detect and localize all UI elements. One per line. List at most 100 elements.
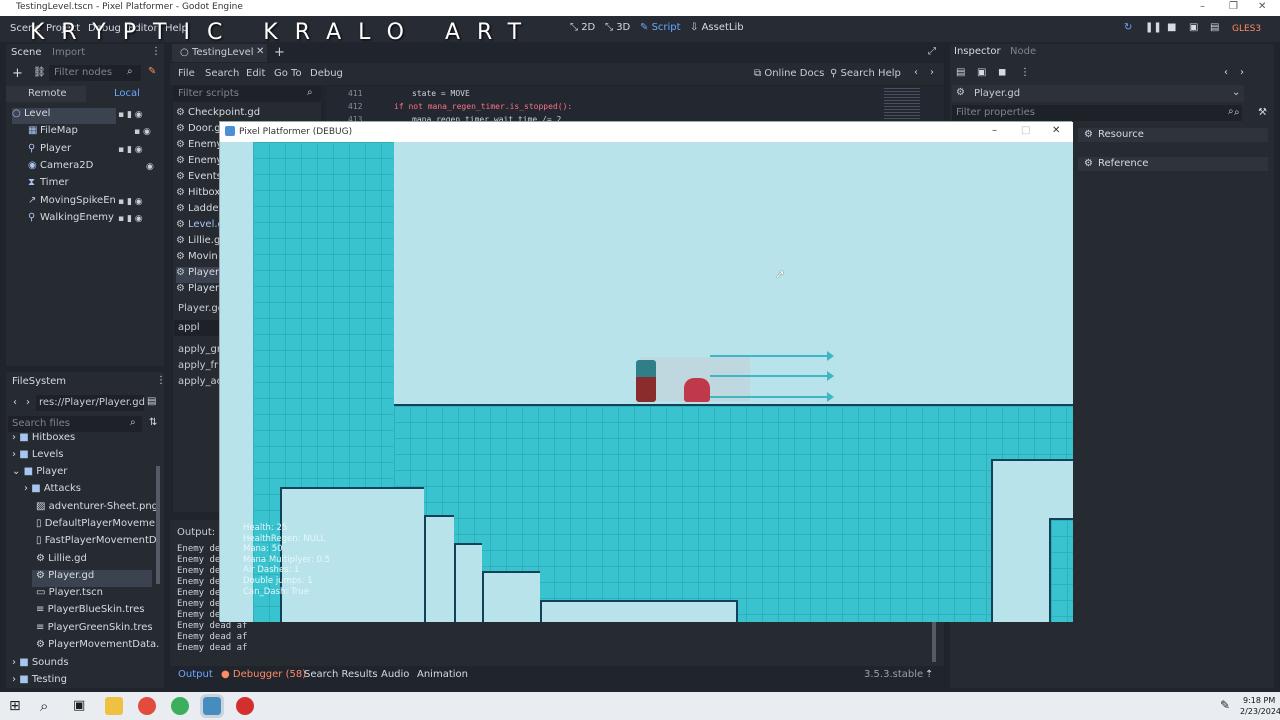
script-item[interactable]: ⚙ Lillie.g bbox=[176, 235, 220, 251]
path-field[interactable]: res://Player/Player.gd bbox=[36, 395, 145, 411]
more-icon[interactable]: ⋮ bbox=[1020, 67, 1030, 78]
split-view-icon[interactable]: ▤ bbox=[147, 396, 156, 407]
back-icon[interactable]: ‹ bbox=[914, 67, 918, 78]
tree-node-walkingenemy[interactable]: ⚲ WalkingEnemy bbox=[28, 212, 114, 228]
script-attach-icon[interactable]: ✎ bbox=[148, 66, 156, 77]
fs-file[interactable]: ▯ FastPlayerMovementD bbox=[36, 535, 157, 552]
fs-folder-hitboxes[interactable]: › ■ Hitboxes bbox=[12, 432, 75, 449]
visibility-icon[interactable]: ▪ ▮ ◉ bbox=[118, 197, 143, 207]
search-help-button[interactable]: ⚲ Search Help bbox=[830, 68, 901, 79]
obs-icon[interactable] bbox=[236, 697, 254, 715]
fs-file[interactable]: ≡ PlayerGreenSkin.tres bbox=[36, 622, 153, 639]
clock-date[interactable]: 2/23/2024 bbox=[1240, 707, 1280, 716]
menu-debug-script[interactable]: Debug bbox=[310, 68, 343, 79]
pen-icon[interactable]: ✎ bbox=[1220, 698, 1230, 712]
code-minimap[interactable] bbox=[884, 88, 920, 124]
forward-icon[interactable]: › bbox=[1240, 67, 1244, 78]
pin-panel-icon[interactable]: ⇡ bbox=[925, 669, 933, 680]
forward-icon[interactable]: › bbox=[930, 67, 934, 78]
script-item[interactable]: ⚙ Ladde bbox=[176, 203, 219, 219]
fs-folder-player[interactable]: ⌄ ■ Player bbox=[12, 466, 67, 483]
dock-menu-icon[interactable]: ⋮ bbox=[156, 375, 166, 386]
workspace-3d-button[interactable]: ⤡ 3D bbox=[605, 22, 630, 33]
sort-icon[interactable]: ⇅ bbox=[149, 417, 157, 428]
close-tab-icon[interactable]: ✕ bbox=[256, 46, 264, 57]
tree-node-player[interactable]: ⚲ Player bbox=[28, 143, 71, 159]
fs-file[interactable]: ≡ PlayerBlueSkin.tres bbox=[36, 604, 144, 621]
script-item[interactable]: ⚙ Enemy bbox=[176, 139, 222, 155]
distraction-free-icon[interactable]: ⤢ bbox=[928, 46, 936, 57]
scrollbar[interactable] bbox=[156, 466, 160, 584]
visibility-icon[interactable]: ▪ ▮ ◉ bbox=[118, 214, 143, 224]
script-item[interactable]: ⚙ Level.g bbox=[176, 219, 224, 235]
maximize-icon[interactable]: □ bbox=[1021, 125, 1030, 136]
fs-folder-sounds[interactable]: › ■ Sounds bbox=[12, 657, 69, 674]
menu-edit[interactable]: Edit bbox=[246, 68, 265, 79]
scrollbar[interactable] bbox=[932, 620, 936, 662]
game-window[interactable]: Pixel Platformer (DEBUG) – □ ✕ Health: 2… bbox=[219, 121, 1073, 622]
play-reload-icon[interactable]: ↻ bbox=[1124, 22, 1132, 33]
code-editor[interactable]: 411 state = MOVE 412 if not mana_regen_t… bbox=[326, 86, 944, 126]
fs-file[interactable]: ▭ Player.tscn bbox=[36, 587, 103, 604]
tab-node[interactable]: Node bbox=[1010, 46, 1036, 57]
maximize-icon[interactable]: ❐ bbox=[1229, 1, 1238, 12]
pause-icon[interactable]: ❚❚ bbox=[1145, 22, 1162, 33]
tool-icon[interactable]: ⚒ bbox=[1258, 107, 1267, 118]
stop-icon[interactable]: ■ bbox=[1167, 22, 1176, 33]
tree-node-timer[interactable]: ⧗ Timer bbox=[28, 177, 69, 193]
menu-file[interactable]: File bbox=[178, 68, 195, 79]
filter-properties-input[interactable]: Filter properties ⌕ bbox=[952, 105, 1242, 121]
workspace-script-button[interactable]: ✎ Script bbox=[640, 22, 681, 33]
menu-search[interactable]: Search bbox=[205, 68, 239, 79]
fs-file[interactable]: ▯ DefaultPlayerMoveme bbox=[36, 518, 155, 535]
visibility-icon[interactable]: ▪ ◉ bbox=[134, 127, 151, 137]
fs-file[interactable]: ▨ adventurer-Sheet.png bbox=[36, 501, 158, 518]
online-docs-button[interactable]: ⧉ Online Docs bbox=[754, 68, 824, 79]
visibility-icon[interactable]: ◉ bbox=[146, 162, 154, 172]
script-item-selected[interactable]: ⚙ Player bbox=[176, 267, 222, 283]
search-icon[interactable]: ⌕ bbox=[40, 697, 48, 715]
search-icon[interactable]: ⌕ bbox=[1234, 107, 1240, 118]
fs-folder-levels[interactable]: › ■ Levels bbox=[12, 449, 63, 466]
dock-menu-icon[interactable]: ⋮ bbox=[151, 46, 161, 57]
game-viewport[interactable]: Health: 25 HealthRegen: NULL Mana: 50 Ma… bbox=[220, 142, 1073, 622]
visibility-icon[interactable]: ▪ ▮ ◉ bbox=[118, 110, 143, 120]
tab-inspector[interactable]: Inspector bbox=[954, 46, 1001, 57]
tab-scene[interactable]: Scene bbox=[11, 47, 42, 58]
close-icon[interactable]: ✕ bbox=[1052, 125, 1060, 136]
godot-taskbar-icon[interactable] bbox=[200, 694, 224, 718]
remote-toggle[interactable]: Remote bbox=[6, 86, 86, 102]
tab-testinglevel[interactable]: ○ TestingLevel ✕ bbox=[172, 44, 267, 62]
tab-debugger[interactable]: ● Debugger (58) bbox=[221, 669, 306, 680]
fs-file[interactable]: ⚙ Lillie.gd bbox=[36, 553, 87, 570]
clock-time[interactable]: 9:18 PM bbox=[1243, 696, 1275, 705]
resource-path-row[interactable]: ⚙ Player.gd ⌄ bbox=[952, 85, 1244, 102]
fs-folder-testing[interactable]: › ■ Testing bbox=[12, 674, 67, 691]
workspace-assetlib-button[interactable]: ⇩ AssetLib bbox=[690, 22, 744, 33]
new-resource-icon[interactable]: ▤ bbox=[956, 67, 965, 78]
filter-scripts-input[interactable]: Filter scripts ⌕ bbox=[173, 86, 321, 102]
tree-node-movingspike[interactable]: ↗ MovingSpikeEn bbox=[28, 195, 116, 211]
chrome-profile-icon[interactable] bbox=[171, 697, 189, 715]
search-files-input[interactable]: Search files ⌕ bbox=[8, 416, 142, 432]
tab-animation[interactable]: Animation bbox=[417, 669, 468, 680]
play-scene-icon[interactable]: ▣ bbox=[1189, 22, 1198, 33]
file-explorer-icon[interactable] bbox=[105, 697, 123, 715]
add-tab-icon[interactable]: + bbox=[274, 45, 285, 60]
add-node-icon[interactable]: + bbox=[12, 66, 23, 81]
tree-node-filemap[interactable]: ▦ FileMap bbox=[28, 125, 78, 141]
open-folder-icon[interactable]: ▣ bbox=[977, 67, 986, 78]
link-icon[interactable]: ⛓ bbox=[33, 67, 46, 78]
tree-node-camera[interactable]: ◉ Camera2D bbox=[28, 160, 93, 176]
fs-file-selected[interactable]: ⚙ Player.gd bbox=[32, 570, 152, 587]
tab-import[interactable]: Import bbox=[52, 47, 85, 58]
forward-icon[interactable]: › bbox=[26, 397, 30, 408]
start-icon[interactable]: ⊞ bbox=[9, 698, 21, 714]
tab-audio[interactable]: Audio bbox=[381, 669, 409, 680]
script-item[interactable]: ⚙ Enemy bbox=[176, 155, 222, 171]
close-icon[interactable]: ✕ bbox=[1258, 1, 1266, 12]
filter-methods-input[interactable]: appl bbox=[174, 320, 220, 336]
task-view-icon[interactable]: ▣ bbox=[73, 698, 85, 713]
script-item[interactable]: ⚙ Events bbox=[176, 171, 222, 187]
tree-node-level[interactable]: ○ Level bbox=[12, 108, 116, 124]
